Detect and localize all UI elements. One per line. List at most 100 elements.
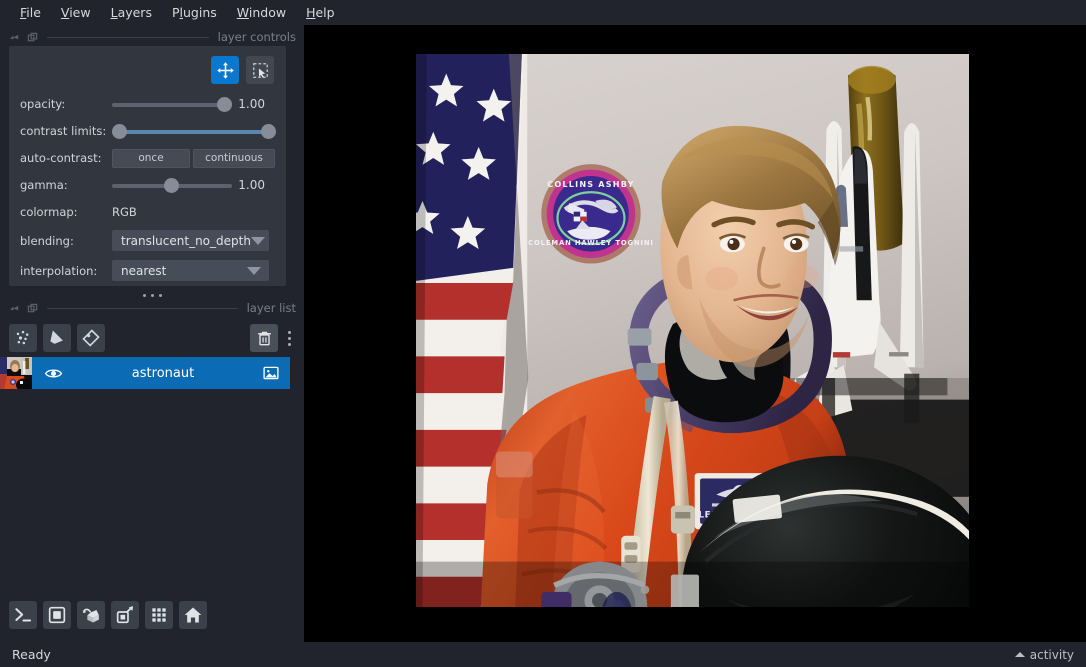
labels-icon — [82, 329, 100, 347]
menu-view[interactable]: View — [51, 0, 101, 25]
delete-layer-button[interactable] — [250, 324, 278, 352]
float-dock-icon[interactable] — [9, 303, 20, 314]
colormap-row: colormap: RGB — [9, 201, 286, 223]
new-shapes-layer-button[interactable] — [43, 324, 71, 352]
opacity-slider-track — [112, 103, 232, 107]
status-message: Ready — [12, 647, 51, 662]
auto-contrast-label: auto-contrast: — [20, 151, 102, 165]
layer-list-rows: astronaut — [0, 357, 290, 389]
new-points-layer-button[interactable] — [9, 324, 37, 352]
menu-window[interactable]: Window — [227, 0, 296, 25]
points-icon — [16, 330, 29, 345]
thumbnail-image — [0, 357, 32, 389]
console-button[interactable] — [9, 601, 37, 629]
opacity-value: 1.00 — [238, 97, 265, 111]
interpolation-label: interpolation: — [20, 263, 98, 278]
reset-view-button[interactable] — [179, 601, 207, 629]
chevron-down-icon — [247, 266, 261, 275]
activity-button[interactable]: activity — [1014, 647, 1074, 662]
layer-controls-title: layer controls — [217, 30, 296, 44]
splitter-dot — [142, 293, 146, 297]
left-dock-area: layer controls opacity: 1.00 contrast li… — [0, 25, 304, 642]
transform-icon — [252, 62, 268, 78]
layer-row-astronaut[interactable]: astronaut — [0, 357, 290, 389]
contrast-limits-low-handle[interactable] — [112, 124, 127, 139]
shapes-icon — [50, 330, 63, 344]
home-icon — [184, 607, 202, 623]
viewer-canvas[interactable]: COLLINS ASHBY COLEMAN HAWLEY TOGNINI EIL… — [304, 25, 1086, 642]
kebab-menu-icon — [288, 330, 291, 334]
console-icon — [15, 608, 32, 622]
trash-icon — [257, 331, 271, 345]
transform-tool-button[interactable] — [246, 56, 274, 84]
contrast-limits-high-handle[interactable] — [261, 124, 276, 139]
chevron-up-icon — [1014, 652, 1025, 657]
grid-icon — [152, 608, 166, 622]
contrast-limits-range-fill — [119, 130, 269, 134]
layer-controls-grid: opacity: 1.00 contrast limits: auto-cont… — [9, 93, 286, 288]
gamma-slider-handle[interactable] — [164, 178, 179, 193]
layer-type-badge — [252, 364, 290, 382]
new-labels-layer-button[interactable] — [77, 324, 105, 352]
activity-label: activity — [1029, 647, 1074, 662]
dock-header-rule — [47, 307, 238, 309]
image-layer-icon — [263, 366, 279, 380]
colormap-value: RGB — [112, 205, 137, 219]
splitter-dot — [150, 293, 154, 297]
menu-file[interactable]: File — [10, 0, 51, 25]
contrast-limits-row: contrast limits: — [9, 120, 286, 142]
astronaut-thumbnail — [0, 357, 32, 389]
layer-name-label[interactable]: astronaut — [74, 366, 252, 381]
menu-help[interactable]: Help — [296, 0, 345, 25]
pan-zoom-tool-button[interactable] — [211, 56, 239, 84]
pan-zoom-icon — [216, 61, 234, 79]
colormap-label: colormap: — [20, 205, 78, 219]
blending-value: translucent_no_depth — [121, 233, 251, 248]
blending-row: blending: translucent_no_depth — [9, 228, 286, 253]
roll-dims-button[interactable] — [77, 601, 105, 629]
opacity-slider-handle[interactable] — [217, 97, 232, 112]
blending-select[interactable]: translucent_no_depth — [112, 230, 269, 251]
menu-layers[interactable]: Layers — [101, 0, 162, 25]
opacity-row: opacity: 1.00 — [9, 93, 286, 115]
auto-contrast-continuous-button[interactable]: continuous — [193, 148, 275, 168]
opacity-slider[interactable] — [112, 95, 232, 113]
contrast-limits-slider[interactable] — [112, 122, 276, 140]
roll-cube-icon — [82, 608, 99, 623]
menu-plugins[interactable]: Plugins — [162, 0, 227, 25]
interpolation-select[interactable]: nearest — [112, 260, 269, 281]
transpose-dims-button[interactable] — [111, 601, 139, 629]
layer-list-overflow-menu[interactable] — [284, 324, 295, 352]
astronaut-image-render: COLLINS ASHBY COLEMAN HAWLEY TOGNINI EIL… — [416, 54, 969, 607]
close-dock-icon[interactable] — [27, 32, 38, 43]
layer-visibility-toggle[interactable] — [32, 364, 74, 383]
grid-view-button[interactable] — [145, 601, 173, 629]
gamma-slider[interactable] — [112, 176, 232, 194]
blending-label: blending: — [20, 233, 74, 248]
layer-list-dock-header: layer list — [0, 299, 304, 317]
gamma-value: 1.00 — [238, 178, 265, 192]
close-dock-icon[interactable] — [27, 303, 38, 314]
layer-controls-panel: opacity: 1.00 contrast limits: auto-cont… — [9, 46, 286, 286]
transpose-icon — [116, 606, 133, 624]
float-dock-icon[interactable] — [9, 32, 20, 43]
layer-controls-dock-header: layer controls — [0, 28, 304, 46]
square-2d-icon — [48, 606, 66, 624]
svg-text:COLLINS ASHBY: COLLINS ASHBY — [547, 179, 634, 189]
ndisplay-toggle-button[interactable] — [43, 601, 71, 629]
eye-icon — [44, 369, 62, 377]
layer-mode-buttons — [211, 56, 274, 84]
layer-list-buttons — [0, 319, 304, 357]
splitter-dot — [158, 293, 162, 297]
opacity-label: opacity: — [20, 97, 66, 111]
napari-main-window: File View Layers Plugins Window Help lay… — [0, 0, 1086, 667]
kebab-menu-icon — [288, 342, 291, 346]
layer-list-title: layer list — [246, 301, 296, 315]
astronaut-image: COLLINS ASHBY COLEMAN HAWLEY TOGNINI EIL… — [416, 54, 969, 607]
svg-text:COLEMAN HAWLEY TOGNINI: COLEMAN HAWLEY TOGNINI — [528, 239, 654, 247]
auto-contrast-row: auto-contrast: once continuous — [9, 147, 286, 169]
auto-contrast-once-button[interactable]: once — [112, 148, 190, 168]
chevron-down-icon — [250, 236, 265, 245]
gamma-row: gamma: 1.00 — [9, 174, 286, 196]
status-bar: Ready activity — [0, 642, 1086, 667]
